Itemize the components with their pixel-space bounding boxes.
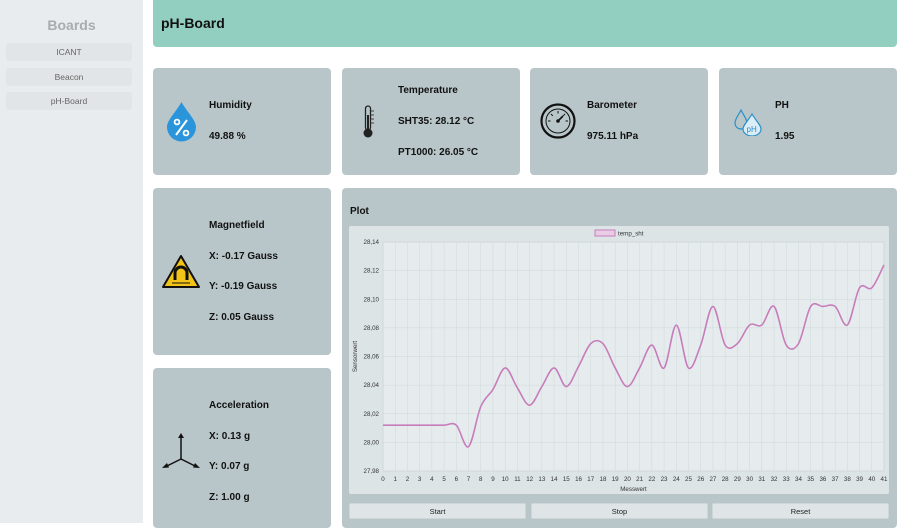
acceleration-card: Acceleration X: 0.13 g Y: 0.07 g Z: 1.00…: [153, 368, 331, 528]
x-axis-label: Messwert: [620, 486, 647, 493]
line-chart: 0123456789101112131415161718192021222324…: [349, 226, 889, 494]
ph-card: pH PH 1.95: [719, 68, 897, 175]
humidity-title: Humidity: [209, 100, 252, 111]
x-tick-label: 40: [868, 476, 875, 483]
acceleration-z-value: Z: 1.00 g: [209, 492, 250, 503]
temperature-card: Temperature SHT35: 28.12 °C PT1000: 26.0…: [342, 68, 520, 175]
y-tick-label: 28,02: [364, 411, 380, 418]
svg-text:pH: pH: [747, 125, 757, 134]
reset-button[interactable]: Reset: [712, 503, 889, 519]
barometer-title: Barometer: [587, 100, 637, 111]
sidebar: Boards ICANT Beacon pH-Board: [0, 0, 143, 523]
x-tick-label: 14: [551, 476, 558, 483]
legend-swatch: [595, 230, 615, 236]
x-tick-label: 16: [575, 476, 582, 483]
axes-icon: [161, 432, 201, 470]
x-tick-label: 19: [612, 476, 619, 483]
x-tick-label: 37: [832, 476, 839, 483]
acceleration-y-value: Y: 0.07 g: [209, 461, 249, 472]
x-tick-label: 38: [844, 476, 851, 483]
x-tick-label: 4: [430, 476, 434, 483]
barometer-card: Barometer 975.11 hPa: [530, 68, 708, 175]
y-tick-label: 28,12: [364, 268, 380, 275]
x-tick-label: 23: [661, 476, 668, 483]
x-tick-label: 39: [856, 476, 863, 483]
x-tick-label: 28: [722, 476, 729, 483]
y-tick-label: 28,08: [364, 325, 380, 332]
sidebar-item-ph-board[interactable]: pH-Board: [6, 92, 132, 110]
x-tick-label: 34: [795, 476, 802, 483]
magnetfield-y-value: Y: -0.19 Gauss: [209, 281, 277, 292]
x-tick-label: 7: [467, 476, 471, 483]
magnetfield-x-value: X: -0.17 Gauss: [209, 251, 278, 262]
x-tick-label: 0: [381, 476, 385, 483]
y-axis-label: Sensorwert: [352, 341, 359, 373]
humidity-card: Humidity 49.88 %: [153, 68, 331, 175]
x-tick-label: 6: [455, 476, 459, 483]
temperature-sht35-value: SHT35: 28.12 °C: [398, 116, 474, 127]
x-tick-label: 2: [406, 476, 410, 483]
ph-value: 1.95: [775, 131, 794, 142]
sidebar-item-icant[interactable]: ICANT: [6, 43, 132, 61]
x-tick-label: 21: [636, 476, 643, 483]
x-tick-label: 41: [881, 476, 888, 483]
legend-label: temp_sht: [618, 231, 644, 238]
ph-title: PH: [775, 100, 789, 111]
x-tick-label: 26: [697, 476, 704, 483]
x-tick-label: 24: [673, 476, 680, 483]
x-tick-label: 15: [563, 476, 570, 483]
y-tick-label: 28,04: [364, 382, 380, 389]
y-tick-label: 28,14: [364, 239, 380, 246]
x-tick-label: 33: [783, 476, 790, 483]
magnetfield-z-value: Z: 0.05 Gauss: [209, 312, 274, 323]
acceleration-x-value: X: 0.13 g: [209, 431, 250, 442]
x-tick-label: 1: [393, 476, 397, 483]
acceleration-title: Acceleration: [209, 400, 269, 411]
x-tick-label: 35: [807, 476, 814, 483]
barometer-value: 975.11 hPa: [587, 131, 638, 142]
x-tick-label: 31: [758, 476, 765, 483]
x-tick-label: 13: [538, 476, 545, 483]
x-tick-label: 32: [771, 476, 778, 483]
x-tick-label: 25: [685, 476, 692, 483]
x-tick-label: 10: [502, 476, 509, 483]
x-tick-label: 27: [709, 476, 716, 483]
x-tick-label: 29: [734, 476, 741, 483]
sidebar-title: Boards: [0, 17, 143, 33]
y-tick-label: 28,00: [364, 439, 380, 446]
x-tick-label: 36: [819, 476, 826, 483]
chart-area: 0123456789101112131415161718192021222324…: [349, 226, 889, 494]
page-title: pH-Board: [161, 15, 225, 31]
temperature-title: Temperature: [398, 85, 458, 96]
x-tick-label: 8: [479, 476, 483, 483]
plot-title: Plot: [350, 206, 369, 217]
x-tick-label: 17: [587, 476, 594, 483]
sidebar-item-beacon[interactable]: Beacon: [6, 68, 132, 86]
y-tick-label: 28,10: [364, 296, 380, 303]
x-tick-label: 12: [526, 476, 533, 483]
stop-button[interactable]: Stop: [531, 503, 708, 519]
temperature-pt1000-value: PT1000: 26.05 °C: [398, 147, 478, 158]
thermometer-icon: [360, 105, 376, 139]
x-tick-label: 18: [600, 476, 607, 483]
barometer-gauge-icon: [540, 103, 576, 139]
ph-drops-icon: pH: [733, 108, 763, 136]
magnet-warning-icon: [161, 254, 201, 289]
y-tick-label: 28,06: [364, 354, 380, 361]
x-tick-label: 22: [648, 476, 655, 483]
y-tick-label: 27,98: [364, 468, 380, 475]
header-bar: pH-Board: [153, 0, 897, 47]
x-tick-label: 30: [746, 476, 753, 483]
x-tick-label: 9: [491, 476, 495, 483]
magnetfield-card: Magnetfield X: -0.17 Gauss Y: -0.19 Gaus…: [153, 188, 331, 355]
x-tick-label: 20: [624, 476, 631, 483]
start-button[interactable]: Start: [349, 503, 526, 519]
x-tick-label: 3: [418, 476, 422, 483]
x-tick-label: 5: [442, 476, 446, 483]
humidity-value: 49.88 %: [209, 131, 246, 142]
x-tick-label: 11: [514, 476, 521, 483]
magnetfield-title: Magnetfield: [209, 220, 265, 231]
humidity-drop-icon: [165, 100, 198, 142]
